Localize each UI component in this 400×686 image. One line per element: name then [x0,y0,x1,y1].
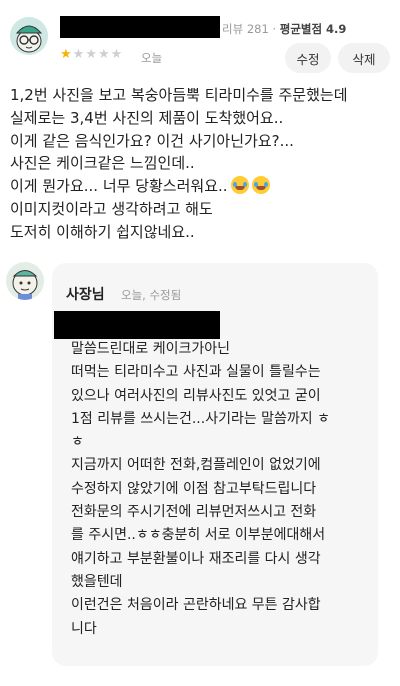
owner-avatar[interactable] [6,262,44,300]
reply-line: 얘기하고 부분환불이나 재조리를 다시 생각 [71,550,321,567]
average-rating: 평균별점 4.9 [279,22,347,36]
review-count: 리뷰 281 [222,22,269,36]
edit-button[interactable]: 수정 [285,43,331,73]
owner-character-icon [6,262,44,300]
owner-name: 사장님 [66,287,105,303]
star-icon: ★ [72,47,86,62]
reply-line: 이런건은 처음이라 곤란하네요 무튼 감사합 [71,597,321,614]
review-line: 실제로는 3,4번 사진의 제품이 도착했어요.. [10,108,284,127]
review-line: 이게 뭔가요... 너무 당황스러워요.. [10,177,228,196]
redacted-reviewer-name [60,16,220,38]
review-text: 1,2번 사진을 보고 복숭아듬뿍 티라미수를 주문했는데 실제로는 3,4번 … [10,84,395,244]
stats-separator: · [272,22,277,36]
reply-line: 를 주시면..ㅎㅎ충분히 서로 이부분에대해서 [71,527,326,544]
reply-line: 말씀드린대로 케이크가아닌 [71,341,231,357]
reply-line: 니다 [71,620,97,637]
review-line: 이미지컷이라고 생각하려고 해도 [10,199,213,218]
review-line-with-emoji: 이게 뭔가요... 너무 당황스러워요.. [10,175,395,198]
tears-of-joy-emoji-icon [230,176,249,195]
reply-text: 말씀드린대로 케이크가아닌 떠먹는 티라미수고 사진과 실물이 틀릴수는 있으나… [71,338,371,641]
star-icon: ★ [110,47,124,62]
star-icon: ★ [97,47,111,62]
review-line: 사진은 케이크같은 느낌인데.. [10,154,195,173]
tears-of-joy-emoji-icon [251,176,270,195]
reply-line: 있으나 여러사진의 리뷰사진도 있엇고 굳이 [71,387,321,404]
reply-meta: 오늘, 수정됨 [121,288,182,302]
review-line: 도저히 이해하기 쉽지않네요.. [10,222,195,241]
review-line: 1,2번 사진을 보고 복숭아듬뿍 티라미수를 주문했는데 [10,86,348,104]
reply-line: 지금까지 어떠한 전화,컴플레인이 없었기에 [71,457,321,474]
redacted-reply-line [54,311,220,339]
review-date: 오늘 [141,51,163,65]
reply-line: 전화문의 주시기전에 리뷰먼저쓰시고 전화 [71,504,317,521]
reply-line: 했을텐데 [71,573,123,590]
reply-line: 떠먹는 티라미수고 사진과 실물이 틀릴수는 [71,364,321,381]
star-rating: ★★★★★ [60,47,123,62]
delete-button[interactable]: 삭제 [338,43,390,73]
reply-line: 1점 리뷰를 쓰시는건...사기라는 말씀까지 ㅎ [71,410,331,427]
review-line: 이게 같은 음식인가요? 이건 사기아닌가요?... [10,131,294,150]
star-icon: ★ [85,47,98,62]
reply-line: ㅎ [71,434,84,451]
cartoon-face-icon [10,17,48,55]
reply-line: 수정하지 않았기에 이점 참고부탁드립니다 [71,480,317,497]
reviewer-avatar[interactable] [10,17,48,55]
reviewer-stats: 리뷰 281 · 평균별점 4.9 [222,21,346,37]
star-icon: ★ [60,47,73,62]
